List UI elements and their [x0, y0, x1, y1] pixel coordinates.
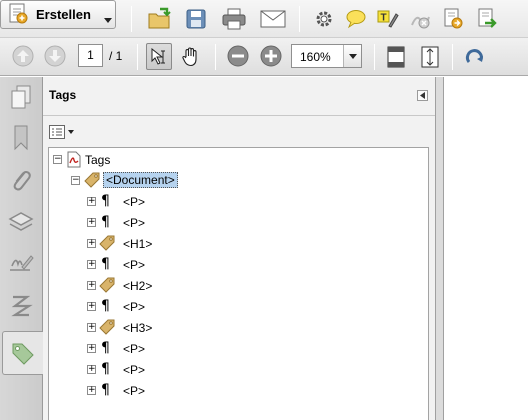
tree-node-label: <P> — [123, 258, 146, 272]
page-count: / 1 — [109, 49, 123, 63]
tag-icon — [83, 172, 101, 192]
tree-node-label: <P> — [123, 342, 146, 356]
create-pdf-icon — [7, 3, 29, 28]
tag-icon — [98, 319, 116, 339]
collapse-panel-icon[interactable] — [417, 90, 428, 101]
paragraph-icon: ¶ — [101, 340, 110, 356]
full-screen-icon[interactable] — [417, 43, 443, 70]
bookmarks-icon[interactable] — [4, 121, 38, 155]
chevron-down-icon — [68, 130, 74, 134]
print-icon[interactable] — [218, 4, 250, 34]
document-view[interactable] — [444, 77, 528, 420]
tree-node-label: <P> — [123, 195, 146, 209]
email-icon[interactable] — [257, 4, 289, 34]
zoom-level-select[interactable]: 160% — [291, 44, 362, 68]
page-number-input[interactable]: 1 — [78, 44, 103, 67]
tags-icon[interactable] — [2, 331, 43, 375]
zoom-in-icon[interactable] — [258, 43, 284, 69]
tree-node-label: <P> — [123, 216, 146, 230]
pages-icon[interactable] — [4, 81, 38, 115]
paragraph-icon: ¶ — [101, 256, 110, 272]
rotate-icon[interactable] — [461, 43, 489, 70]
attachments-icon[interactable] — [4, 163, 38, 197]
svg-text:T: T — [381, 13, 387, 24]
next-page-icon[interactable] — [42, 43, 68, 69]
zoom-level-value: 160% — [300, 50, 331, 64]
paragraph-icon: ¶ — [101, 382, 110, 398]
create-button[interactable]: Erstellen — [0, 0, 116, 29]
panel-splitter[interactable] — [435, 77, 444, 420]
collapse-toggle[interactable]: − — [71, 176, 80, 185]
panel-header: Tags — [43, 77, 435, 115]
tag-icon — [98, 235, 116, 255]
expand-toggle[interactable]: + — [87, 197, 96, 206]
open-folder-icon[interactable] — [145, 4, 175, 34]
expand-toggle[interactable]: + — [87, 302, 96, 311]
tree-node-label: <H2> — [123, 279, 153, 293]
paragraph-icon: ¶ — [101, 214, 110, 230]
tree-node-label: <P> — [123, 363, 146, 377]
options-menu-button[interactable] — [49, 124, 77, 140]
comment-icon[interactable] — [343, 5, 369, 33]
divider — [43, 115, 435, 116]
tree-node-label: <P> — [123, 300, 146, 314]
share-icon[interactable] — [474, 5, 500, 33]
zoom-out-icon[interactable] — [225, 43, 251, 69]
create-button-label: Erstellen — [36, 7, 91, 22]
expand-toggle[interactable]: + — [87, 386, 96, 395]
expand-toggle[interactable]: + — [87, 281, 96, 290]
paragraph-icon: ¶ — [101, 193, 110, 209]
expand-toggle[interactable]: + — [87, 239, 96, 248]
collapse-toggle[interactable]: − — [53, 155, 62, 164]
expand-toggle[interactable]: + — [87, 218, 96, 227]
model-tree-icon[interactable] — [4, 289, 38, 323]
navigation-pane-rail — [0, 77, 43, 420]
paragraph-icon: ¶ — [101, 361, 110, 377]
sign-icon[interactable] — [407, 5, 433, 33]
export-icon[interactable] — [440, 5, 466, 33]
expand-toggle[interactable]: + — [87, 344, 96, 353]
hand-tool-icon[interactable] — [178, 43, 204, 70]
highlight-text-icon[interactable]: T — [375, 5, 401, 33]
expand-toggle[interactable]: + — [87, 365, 96, 374]
paragraph-icon: ¶ — [101, 298, 110, 314]
tree-node-label: <P> — [123, 384, 146, 398]
expand-toggle[interactable]: + — [87, 260, 96, 269]
layers-icon[interactable] — [4, 205, 38, 239]
tags-tree: − Tags − <Document> + ¶ <P> + ¶ <P> + <H… — [48, 147, 429, 420]
fit-page-icon[interactable] — [383, 43, 409, 70]
options-icon — [49, 125, 65, 139]
tag-icon — [98, 277, 116, 297]
chevron-down-icon[interactable] — [343, 45, 361, 67]
tree-node-label: <Document> — [103, 172, 178, 188]
tree-node-label: Tags — [85, 153, 111, 167]
settings-icon[interactable] — [311, 5, 337, 33]
expand-toggle[interactable]: + — [87, 323, 96, 332]
pdf-file-icon — [67, 151, 81, 171]
previous-page-icon[interactable] — [10, 43, 36, 69]
tree-node-label: <H3> — [123, 321, 153, 335]
tree-node-label: <H1> — [123, 237, 153, 251]
main-toolbar: Erstellen T — [0, 0, 528, 38]
select-tool-icon[interactable] — [146, 43, 172, 70]
chevron-down-icon — [104, 12, 112, 26]
signatures-icon[interactable] — [4, 247, 38, 281]
tags-panel: Tags − Tags − <Document> + ¶ <P> + ¶ <P>… — [43, 77, 435, 420]
save-icon[interactable] — [181, 4, 211, 34]
panel-title: Tags — [49, 88, 77, 102]
